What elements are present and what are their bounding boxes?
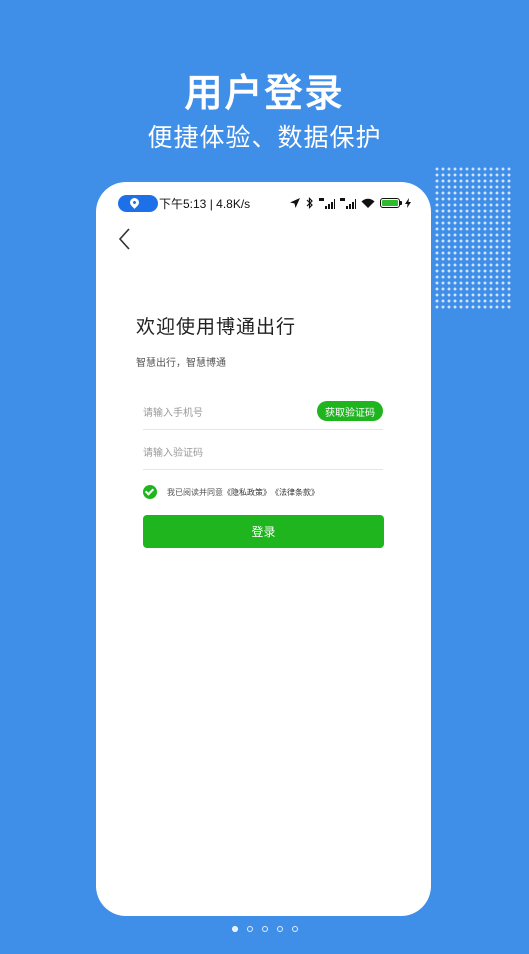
location-indicator — [118, 195, 158, 212]
navigation-arrow-icon — [290, 198, 300, 208]
page-dot[interactable] — [246, 926, 253, 932]
page-dot[interactable] — [276, 926, 283, 932]
dot-grid-decoration — [434, 166, 512, 311]
welcome-title: 欢迎使用博通出行 — [136, 316, 297, 338]
wifi-icon — [361, 198, 375, 208]
page-dot[interactable] — [291, 926, 298, 932]
phone-input[interactable] — [143, 402, 313, 424]
status-icons — [289, 195, 411, 211]
get-code-button[interactable]: 获取验证码 — [317, 401, 383, 421]
page-dot[interactable] — [231, 926, 238, 932]
phone-field: 获取验证码 — [143, 396, 383, 430]
code-field — [143, 436, 383, 470]
bluetooth-icon — [306, 197, 313, 209]
privacy-policy-link[interactable]: 《隐私政策》 — [223, 487, 271, 498]
agree-text: 我已阅读并同意 — [167, 487, 223, 497]
login-button[interactable]: 登录 — [143, 515, 384, 548]
phone-frame: 下午5:13 | 4.8K/s 欢迎使用博通出行 智慧出行，智慧博通 请输入手机… — [96, 182, 431, 916]
signal-icon — [319, 197, 335, 209]
signal-icon — [340, 197, 356, 209]
status-bar: 下午5:13 | 4.8K/s — [96, 192, 431, 214]
battery-icon — [380, 198, 402, 208]
agree-checkbox[interactable] — [143, 485, 157, 499]
battery-level — [382, 200, 398, 206]
page-dot[interactable] — [261, 926, 268, 932]
hero-title: 用户登录 — [184, 71, 345, 115]
status-time-speed: 下午5:13 | 4.8K/s — [159, 197, 251, 211]
code-input[interactable] — [143, 442, 313, 464]
agreement-row: 我已阅读并同意 《隐私政策》 《法律条款》 — [143, 484, 319, 500]
back-chevron-icon[interactable] — [114, 226, 136, 252]
hero-subtitle: 便捷体验、数据保护 — [147, 123, 382, 152]
terms-link[interactable]: 《法律条款》 — [271, 487, 319, 498]
welcome-subtitle: 智慧出行，智慧博通 — [136, 358, 226, 369]
charging-bolt-icon — [405, 198, 411, 208]
page-indicator — [0, 926, 529, 932]
location-pin-icon — [128, 196, 141, 209]
